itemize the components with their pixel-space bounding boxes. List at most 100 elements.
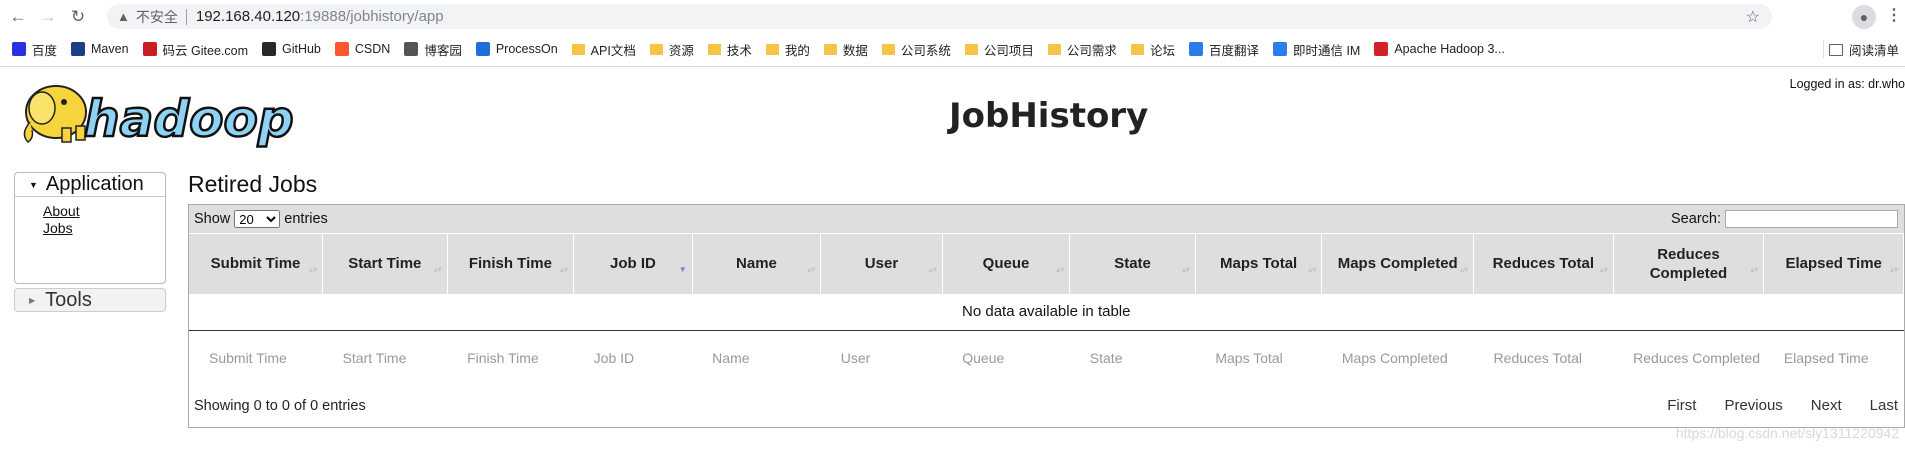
about-link[interactable]: About: [43, 203, 165, 220]
bookmark-item[interactable]: 即时通信 IM: [1272, 40, 1360, 59]
sort-both-icon: ▴▾: [1056, 265, 1065, 274]
bookmark-item[interactable]: CSDN: [334, 42, 391, 56]
sort-both-icon: ▴▾: [1308, 265, 1317, 274]
profile-avatar-icon[interactable]: ●: [1852, 5, 1876, 29]
sort-both-icon: ▴▾: [807, 265, 816, 274]
table-info-bar: Showing 0 to 0 of 0 entries First Previo…: [189, 385, 1904, 427]
column-header-maps-completed[interactable]: Maps Completed ▴▾: [1321, 233, 1475, 294]
bookmark-item[interactable]: Maven: [71, 42, 129, 56]
bookmark-label: CSDN: [354, 42, 391, 56]
column-header-label: User: [864, 255, 899, 273]
pager-last[interactable]: Last: [1870, 397, 1898, 414]
url-host: 192.168.40.120: [195, 8, 301, 25]
column-header-maps-total[interactable]: Maps Total ▴▾: [1195, 233, 1323, 294]
table-info: Showing 0 to 0 of 0 entries: [194, 397, 366, 414]
sort-both-icon: ▴▾: [928, 265, 937, 274]
tools-header[interactable]: ▶ Tools: [14, 288, 166, 312]
sort-both-icon: ▴▾: [1599, 265, 1608, 274]
browser-toolbar: ← → ↻ ▲ 不安全 192.168.40.120:19888/jobhist…: [0, 0, 1905, 33]
sort-desc-icon: ▼: [678, 265, 687, 274]
pager-first[interactable]: First: [1667, 397, 1696, 414]
search-input[interactable]: [1725, 210, 1898, 228]
pagination: First Previous Next Last: [1639, 397, 1898, 414]
csdn-icon: [334, 42, 349, 56]
column-footer-reduces-completed: Reduces Completed: [1633, 349, 1761, 366]
bookmark-item[interactable]: GitHub: [261, 42, 321, 56]
bookmark-label: 公司系统: [900, 43, 951, 58]
bookmark-item[interactable]: 数据: [823, 40, 868, 59]
column-header-label: Maps Total: [1220, 255, 1298, 273]
column-header-state[interactable]: State ▴▾: [1069, 233, 1196, 294]
folder-icon: [1130, 43, 1144, 55]
table-controls: Show 20 entries Search:: [189, 205, 1904, 233]
column-footer-elapsed-time: Elapsed Time: [1783, 349, 1869, 366]
bookmark-item[interactable]: 资源: [649, 40, 694, 59]
column-header-name[interactable]: Name ▴▾: [692, 233, 822, 294]
pager-next[interactable]: Next: [1811, 397, 1842, 414]
column-header-label: Name: [736, 255, 777, 273]
hadoop-logo: hadoop: [23, 85, 295, 148]
bookmark-label: 数据: [842, 43, 868, 58]
column-footer-name: Name: [712, 349, 750, 366]
search-box: Search:: [1671, 210, 1898, 228]
forward-arrow-icon[interactable]: →: [36, 5, 60, 29]
bookmark-item[interactable]: 博客园: [404, 40, 462, 59]
bookmark-item[interactable]: 技术: [707, 40, 752, 59]
bookmark-item[interactable]: 公司需求: [1047, 40, 1117, 59]
column-header-queue[interactable]: Queue ▴▾: [942, 233, 1071, 294]
column-header-user[interactable]: User ▴▾: [820, 233, 943, 294]
browser-menu-icon[interactable]: ⋮: [1886, 5, 1902, 25]
translate-icon: [1188, 42, 1203, 56]
search-label: Search:: [1671, 211, 1721, 227]
bookmark-label: 百度: [32, 43, 58, 58]
column-footer-job-id: Job ID: [593, 349, 635, 366]
bookmarks-divider: [1823, 40, 1824, 58]
jobs-table-wrapper: Show 20 entries Search: Submit Time ▴▾ Sta…: [188, 204, 1905, 428]
security-label[interactable]: 不安全: [136, 7, 178, 27]
table-header-row: Submit Time ▴▾ Start Time ▴▾ Finish Time ▴▾ Jo…: [189, 233, 1904, 294]
paw-icon: [12, 42, 26, 56]
column-header-elapsed-time[interactable]: Elapsed Time ▴▾: [1763, 233, 1904, 294]
column-footer-reduces-total: Reduces Total: [1493, 349, 1583, 366]
show-label: Show: [194, 211, 231, 227]
sort-both-icon: ▴▾: [1181, 265, 1190, 274]
bookmark-label: Apache Hadoop 3...: [1394, 42, 1505, 56]
github-icon: [261, 42, 276, 56]
back-arrow-icon[interactable]: ←: [6, 5, 30, 29]
column-header-finish-time[interactable]: Finish Time ▴▾: [447, 233, 575, 294]
bookmark-item[interactable]: ProcessOn: [475, 42, 558, 56]
column-header-job-id[interactable]: Job ID ▼: [573, 233, 693, 294]
reload-icon[interactable]: ↻: [66, 5, 90, 29]
jobs-table: Submit Time ▴▾ Start Time ▴▾ Finish Time ▴▾ Jo…: [189, 233, 1904, 385]
folder-icon: [964, 43, 978, 55]
bookmark-label: ProcessOn: [495, 42, 558, 56]
pager-previous[interactable]: Previous: [1724, 397, 1782, 414]
column-header-reduces-total[interactable]: Reduces Total ▴▾: [1473, 233, 1614, 294]
warning-icon[interactable]: ▲: [117, 9, 130, 24]
application-label: Application: [45, 173, 144, 195]
bookmark-item[interactable]: 码云 Gitee.com: [142, 40, 248, 59]
bookmark-item[interactable]: 百度翻译: [1188, 40, 1259, 59]
column-header-submit-time[interactable]: Submit Time ▴▾: [189, 233, 324, 294]
bookmark-item[interactable]: 公司系统: [881, 40, 951, 59]
column-header-start-time[interactable]: Start Time ▴▾: [322, 233, 448, 294]
bookmark-item[interactable]: API文档: [571, 40, 636, 59]
reading-list-button[interactable]: 阅读清单: [1828, 40, 1899, 59]
column-header-label: Submit Time: [210, 255, 301, 273]
jobs-link[interactable]: Jobs: [43, 220, 165, 237]
column-header-label: Elapsed Time: [1785, 255, 1882, 273]
page-size-select[interactable]: 20: [234, 210, 281, 228]
column-header-label: Job ID: [609, 255, 656, 273]
sort-both-icon: ▴▾: [433, 265, 442, 274]
column-header-reduces-completed[interactable]: Reduces Completed ▴▾: [1613, 233, 1765, 294]
bookmark-item[interactable]: 百度: [12, 40, 57, 59]
bookmark-item[interactable]: 我的: [765, 40, 810, 59]
bookmark-item[interactable]: Apache Hadoop 3...: [1374, 42, 1505, 56]
bookmark-item[interactable]: 公司项目: [964, 40, 1034, 59]
bookmark-item[interactable]: 论坛: [1130, 40, 1175, 59]
column-footer-user: User: [840, 349, 871, 366]
application-header[interactable]: ▼ Application: [15, 173, 165, 197]
bookmark-star-icon[interactable]: ☆: [1746, 7, 1760, 27]
column-header-label: Reduces Total: [1492, 255, 1595, 273]
address-bar[interactable]: ▲ 不安全 192.168.40.120:19888/jobhistory/ap…: [107, 4, 1772, 29]
